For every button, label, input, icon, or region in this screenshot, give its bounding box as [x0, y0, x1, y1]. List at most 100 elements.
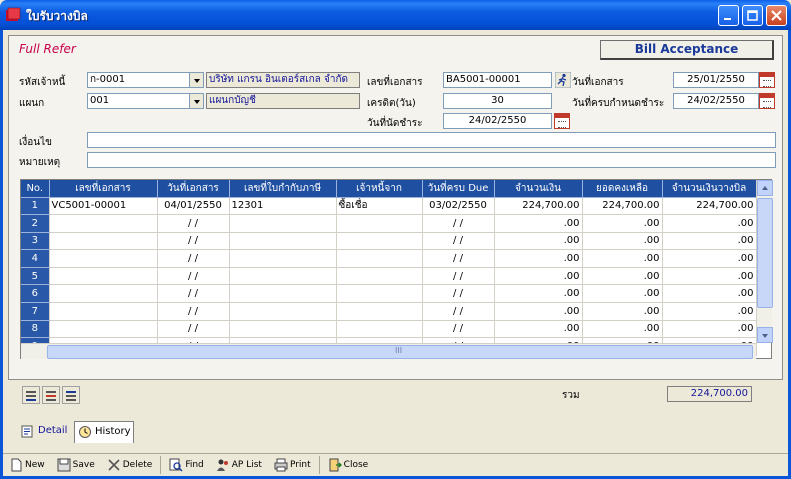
row-number[interactable]: 8: [21, 320, 50, 339]
grid-cell-balance[interactable]: .00: [582, 284, 663, 304]
row-number[interactable]: 7: [21, 302, 50, 321]
doc-date-calendar-icon[interactable]: [759, 72, 775, 88]
close-button[interactable]: Close: [322, 455, 375, 475]
grid-cell-source[interactable]: [336, 302, 423, 321]
grid-column-header[interactable]: No.: [21, 180, 50, 198]
row-number[interactable]: 5: [21, 267, 50, 286]
delete-button[interactable]: Delete: [101, 455, 159, 475]
creditor-code-field[interactable]: ก-0001: [87, 72, 191, 88]
ap-list-button[interactable]: AP List: [210, 455, 268, 475]
grid-column-header[interactable]: วันที่ครบ Due: [422, 180, 495, 198]
table-row[interactable]: 8/ / / / .00.00.00: [21, 320, 757, 339]
grid-column-header[interactable]: วันที่เอกสาร: [157, 180, 230, 198]
grid-cell-balance[interactable]: .00: [582, 249, 663, 268]
grid-cell-doc-date[interactable]: / /: [157, 214, 230, 233]
horizontal-scroll-thumb[interactable]: III: [47, 345, 753, 359]
row-number[interactable]: 3: [21, 232, 50, 251]
row-number[interactable]: 1: [21, 197, 50, 216]
grid-cell-amount[interactable]: .00: [494, 249, 583, 268]
grid-cell-balance[interactable]: .00: [582, 320, 663, 339]
grid-column-header[interactable]: จำนวนเงิน: [494, 180, 583, 198]
grid-cell-bill-amount[interactable]: 224,700.00: [662, 197, 757, 216]
grid-cell-source[interactable]: [336, 284, 423, 304]
grid-cell-source[interactable]: [336, 249, 423, 268]
condition-field[interactable]: [87, 132, 776, 148]
grid-cell-due[interactable]: / /: [422, 267, 495, 286]
grid-cell-bill-amount[interactable]: .00: [662, 214, 757, 233]
grid-cell-doc-no[interactable]: [49, 232, 158, 251]
table-row[interactable]: 2/ / / / .00.00.00: [21, 214, 757, 233]
grid-cell-tax-inv[interactable]: 12301: [229, 197, 337, 216]
grid-cell-doc-no[interactable]: [49, 320, 158, 339]
grid-cell-source[interactable]: [336, 320, 423, 339]
table-row[interactable]: 6/ / / / .00.00.00: [21, 284, 757, 304]
grid-cell-amount[interactable]: .00: [494, 267, 583, 286]
grid-cell-amount[interactable]: .00: [494, 232, 583, 251]
runner-icon[interactable]: [555, 72, 571, 88]
grid-cell-amount[interactable]: .00: [494, 320, 583, 339]
grid-cell-due[interactable]: / /: [422, 214, 495, 233]
grid-cell-amount[interactable]: .00: [494, 284, 583, 304]
grid-cell-balance[interactable]: 224,700.00: [582, 197, 663, 216]
grid-cell-source[interactable]: [336, 267, 423, 286]
grid-cell-doc-date[interactable]: / /: [157, 249, 230, 268]
grid-cell-tax-inv[interactable]: [229, 214, 337, 233]
tab-detail[interactable]: Detail: [18, 421, 74, 443]
grid-column-header[interactable]: เลขที่เอกสาร: [49, 180, 158, 198]
grid-cell-doc-no[interactable]: [49, 267, 158, 286]
department-code-field[interactable]: 001: [87, 93, 191, 109]
creditor-dropdown-arrow[interactable]: [189, 72, 204, 88]
grid-cell-source[interactable]: [336, 232, 423, 251]
grid-cell-balance[interactable]: .00: [582, 302, 663, 321]
new-button[interactable]: New: [3, 455, 51, 475]
grid-cell-source[interactable]: [336, 214, 423, 233]
grid-cell-due[interactable]: 03/02/2550: [422, 197, 495, 216]
tab-history[interactable]: History: [74, 421, 134, 443]
grid-cell-doc-no[interactable]: [49, 284, 158, 304]
table-row[interactable]: 7/ / / / .00.00.00: [21, 302, 757, 321]
grid-cell-bill-amount[interactable]: .00: [662, 320, 757, 339]
grid-column-header[interactable]: ยอดคงเหลือ: [582, 180, 663, 198]
grid-cell-amount[interactable]: 224,700.00: [494, 197, 583, 216]
department-dropdown-arrow[interactable]: [189, 93, 204, 109]
grid-vertical-scrollbar[interactable]: [756, 180, 773, 343]
delete-row-icon[interactable]: [42, 386, 60, 404]
maximize-button[interactable]: [742, 5, 763, 26]
grid-cell-balance[interactable]: .00: [582, 214, 663, 233]
due-date-field[interactable]: 24/02/2550: [673, 93, 759, 109]
pay-date-field[interactable]: 24/02/2550: [443, 113, 552, 129]
print-button[interactable]: Print: [268, 455, 317, 475]
grid-cell-due[interactable]: / /: [422, 302, 495, 321]
grid-cell-doc-date[interactable]: 04/01/2550: [157, 197, 230, 216]
grid-column-header[interactable]: เลขที่ใบกำกับภาษี: [229, 180, 337, 198]
row-number[interactable]: 2: [21, 214, 50, 233]
grid-cell-tax-inv[interactable]: [229, 302, 337, 321]
due-date-calendar-icon[interactable]: [759, 93, 775, 109]
bill-acceptance-button[interactable]: Bill Acceptance: [600, 40, 774, 60]
grid-cell-balance[interactable]: .00: [582, 267, 663, 286]
note-field[interactable]: [87, 152, 776, 168]
grid-horizontal-scrollbar[interactable]: III: [21, 343, 756, 359]
close-window-button[interactable]: [766, 5, 787, 26]
grid-cell-bill-amount[interactable]: .00: [662, 267, 757, 286]
scroll-up-arrow-icon[interactable]: [757, 180, 773, 196]
table-row[interactable]: 1 VC5001-00001 04/01/2550 12301 ซื้อเชื่อ 03/…: [21, 197, 757, 216]
grid-cell-balance[interactable]: .00: [582, 232, 663, 251]
grid-cell-due[interactable]: / /: [422, 284, 495, 304]
grid-cell-doc-date[interactable]: / /: [157, 267, 230, 286]
table-row[interactable]: 4/ / / / .00.00.00: [21, 249, 757, 268]
vertical-scroll-thumb[interactable]: [757, 198, 773, 308]
table-row[interactable]: 5/ / / / .00.00.00: [21, 267, 757, 286]
grid-cell-due[interactable]: / /: [422, 232, 495, 251]
credit-days-field[interactable]: 30: [443, 93, 552, 109]
grid-cell-doc-date[interactable]: / /: [157, 284, 230, 304]
pay-date-calendar-icon[interactable]: [554, 113, 570, 129]
doc-date-field[interactable]: 25/01/2550: [673, 72, 759, 88]
grid-cell-doc-no[interactable]: [49, 302, 158, 321]
grid-cell-doc-date[interactable]: / /: [157, 232, 230, 251]
find-button[interactable]: Find: [163, 455, 209, 475]
append-row-icon[interactable]: [62, 386, 80, 404]
grid-cell-due[interactable]: / /: [422, 320, 495, 339]
grid-cell-amount[interactable]: .00: [494, 302, 583, 321]
grid-cell-doc-date[interactable]: / /: [157, 320, 230, 339]
